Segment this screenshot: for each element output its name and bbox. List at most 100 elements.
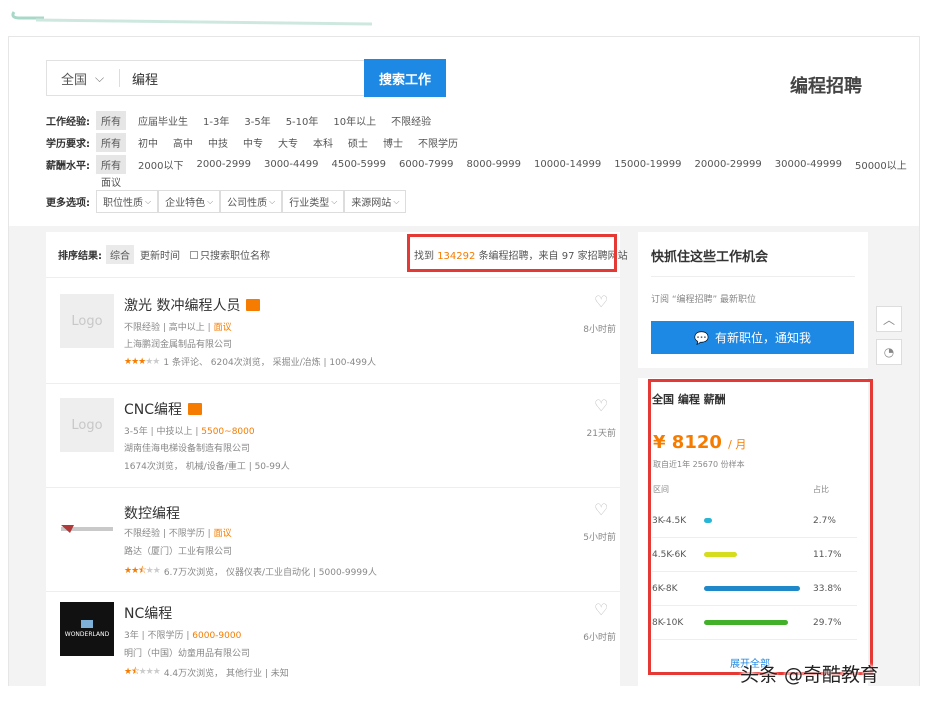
filter-option[interactable]: 3000-4499 (264, 159, 319, 170)
post-time: 21天前 (586, 429, 616, 439)
filter-option[interactable]: 3-5年 (244, 113, 270, 128)
filter-option[interactable]: 所有 (96, 133, 126, 152)
filter-option[interactable]: 高中 (173, 135, 193, 150)
scroll-top-button[interactable]: ︿ (876, 306, 902, 332)
chevron-up-icon: ︿ (882, 312, 895, 327)
filter-label: 工作经验: (46, 117, 90, 128)
job-card[interactable]: 数控编程 不限经验 | 不限学历 | 面议 路达（厦门）工业有限公司 ★★⯪★★… (46, 488, 620, 592)
chevron-down-icon: ⌵ (145, 196, 152, 206)
job-title[interactable]: 数控编程 (124, 503, 180, 523)
job-title[interactable]: 激光 数冲编程人员 (124, 295, 261, 315)
job-card[interactable]: Logo 激光 数冲编程人员 不限经验 | 高中以上 | 面议 上海鹏润金属制品… (46, 280, 620, 384)
sort-option[interactable]: 综合 (106, 245, 134, 264)
logo-mark-icon (81, 620, 93, 628)
divider (651, 276, 855, 277)
title-only-checkbox[interactable]: 只搜索职位名称 (190, 247, 270, 262)
dropdown-industry[interactable]: 行业类型 ⌵ (282, 190, 345, 213)
sort-label: 排序结果: (58, 251, 102, 262)
favorite-heart-icon[interactable]: ♡ (594, 600, 608, 619)
filter-option[interactable]: 中专 (243, 135, 263, 150)
filter-option[interactable]: 本科 (313, 135, 333, 150)
job-title[interactable]: CNC编程 (124, 399, 203, 419)
region-select[interactable]: 全国 ⌵ (47, 69, 119, 88)
chat-icon: 💬 (694, 330, 709, 345)
highlight-box (648, 379, 873, 675)
chevron-down-icon: ⌵ (393, 196, 400, 206)
filter-option[interactable]: 6000-7999 (399, 159, 454, 170)
filter-option[interactable]: 不限经验 (391, 113, 431, 128)
filter-option[interactable]: 20000-29999 (695, 159, 762, 170)
notify-button[interactable]: 💬 有新职位，通知我 (651, 321, 854, 354)
favorite-heart-icon[interactable]: ♡ (594, 292, 608, 311)
job-meta: 不限经验 | 高中以上 | 面议 (124, 323, 232, 333)
page-title: 编程招聘 (790, 76, 862, 97)
filter-option[interactable]: 10年以上 (333, 113, 376, 128)
company-name[interactable]: 上海鹏润金属制品有限公司 (124, 337, 232, 350)
filter-label: 更多选项: (46, 198, 90, 209)
subscribe-title: 快抓住这些工作机会 (651, 250, 769, 265)
filter-option[interactable]: 30000-49999 (775, 159, 842, 170)
favorite-heart-icon[interactable]: ♡ (594, 500, 608, 519)
filter-option[interactable]: 所有 (96, 111, 126, 130)
job-meta: 3年 | 不限学历 | 6000-9000 (124, 631, 242, 641)
filter-option[interactable]: 面议 (101, 174, 121, 189)
sort-option[interactable]: 更新时间 (140, 247, 180, 262)
rating-stars-icon: ★⯪★★★ (124, 667, 161, 677)
urgent-badge-icon (246, 299, 261, 311)
filter-label: 薪酬水平: (46, 161, 90, 172)
post-time: 6小时前 (583, 633, 616, 643)
job-card[interactable]: Logo CNC编程 3-5年 | 中技以上 | 5500~8000 湖南佳海电… (46, 384, 620, 488)
filter-option[interactable]: 2000以下 (138, 157, 183, 172)
filter-option[interactable]: 应届毕业生 (138, 113, 188, 128)
job-title[interactable]: NC编程 (124, 603, 172, 623)
company-logo (60, 502, 114, 556)
company-name[interactable]: 路达（厦门）工业有限公司 (124, 544, 232, 557)
job-meta: 3-5年 | 中技以上 | 5500~8000 (124, 427, 255, 437)
company-name[interactable]: 明门（中国）幼童用品有限公司 (124, 646, 250, 659)
company-logo: Logo (60, 398, 114, 452)
company-name[interactable]: 湖南佳海电梯设备制造有限公司 (124, 441, 250, 454)
filter-option[interactable]: 大专 (278, 135, 298, 150)
urgent-badge-icon (188, 403, 203, 415)
job-meta: 不限经验 | 不限学历 | 面议 (124, 529, 232, 539)
filter-option[interactable]: 初中 (138, 135, 158, 150)
highlight-box (407, 234, 617, 272)
filter-more: 更多选项: 职位性质 ⌵ 企业特色 ⌵ 公司性质 ⌵ 行业类型 ⌵ 来源网站 ⌵ (46, 190, 407, 213)
filter-label: 学历要求: (46, 139, 90, 150)
filter-option[interactable]: 5-10年 (286, 113, 319, 128)
rating-stars-icon: ★★★★★ (124, 356, 160, 367)
filter-option[interactable]: 不限学历 (418, 135, 458, 150)
search-button[interactable]: 搜索工作 (364, 59, 446, 97)
job-stats: ★★⯪★★ 6.7万次浏览， 仪器仪表/工业自动化 | 5000-9999人 (124, 563, 377, 579)
post-time: 8小时前 (583, 325, 616, 335)
header-decoration (11, 11, 373, 26)
chevron-down-icon: ⌵ (95, 70, 105, 85)
dropdown-job-type[interactable]: 职位性质 ⌵ (96, 190, 159, 213)
job-card[interactable]: WONDERLAND NC编程 3年 | 不限学历 | 6000-9000 明门… (46, 592, 620, 686)
filter-option[interactable]: 硕士 (348, 135, 368, 150)
filter-option[interactable]: 50000以上 (855, 157, 907, 172)
filter-education: 学历要求: 所有 初中 高中 中技 中专 大专 本科 硕士 博士 不限学历 (46, 133, 473, 152)
filter-salary: 薪酬水平: 所有 2000以下 2000-2999 3000-4499 4500… (46, 155, 907, 174)
filter-option[interactable]: 2000-2999 (196, 159, 251, 170)
filter-option[interactable]: 所有 (96, 155, 126, 174)
filter-experience: 工作经验: 所有 应届毕业生 1-3年 3-5年 5-10年 10年以上 不限经… (46, 111, 446, 130)
dropdown-company-type[interactable]: 公司性质 ⌵ (220, 190, 283, 213)
filter-option[interactable]: 1-3年 (203, 113, 229, 128)
filter-option[interactable]: 中技 (208, 135, 228, 150)
job-stats: 1674次浏览， 机械/设备/重工 | 50-99人 (124, 462, 290, 472)
subscribe-subtitle: 订阅 “编程招聘” 最新职位 (651, 295, 757, 305)
filter-option[interactable]: 8000-9999 (467, 159, 522, 170)
filter-option[interactable]: 4500-5999 (331, 159, 386, 170)
chat-icon: ◔ (883, 345, 895, 359)
filter-option[interactable]: 10000-14999 (534, 159, 601, 170)
favorite-heart-icon[interactable]: ♡ (594, 396, 608, 415)
checkbox-icon (190, 250, 198, 259)
chevron-down-icon: ⌵ (331, 196, 338, 206)
filter-option[interactable]: 博士 (383, 135, 403, 150)
filter-option[interactable]: 15000-19999 (614, 159, 681, 170)
dropdown-source[interactable]: 来源网站 ⌵ (344, 190, 407, 213)
company-logo: WONDERLAND (60, 602, 114, 656)
feedback-button[interactable]: ◔ (876, 339, 902, 365)
dropdown-company-feature[interactable]: 企业特色 ⌵ (158, 190, 221, 213)
